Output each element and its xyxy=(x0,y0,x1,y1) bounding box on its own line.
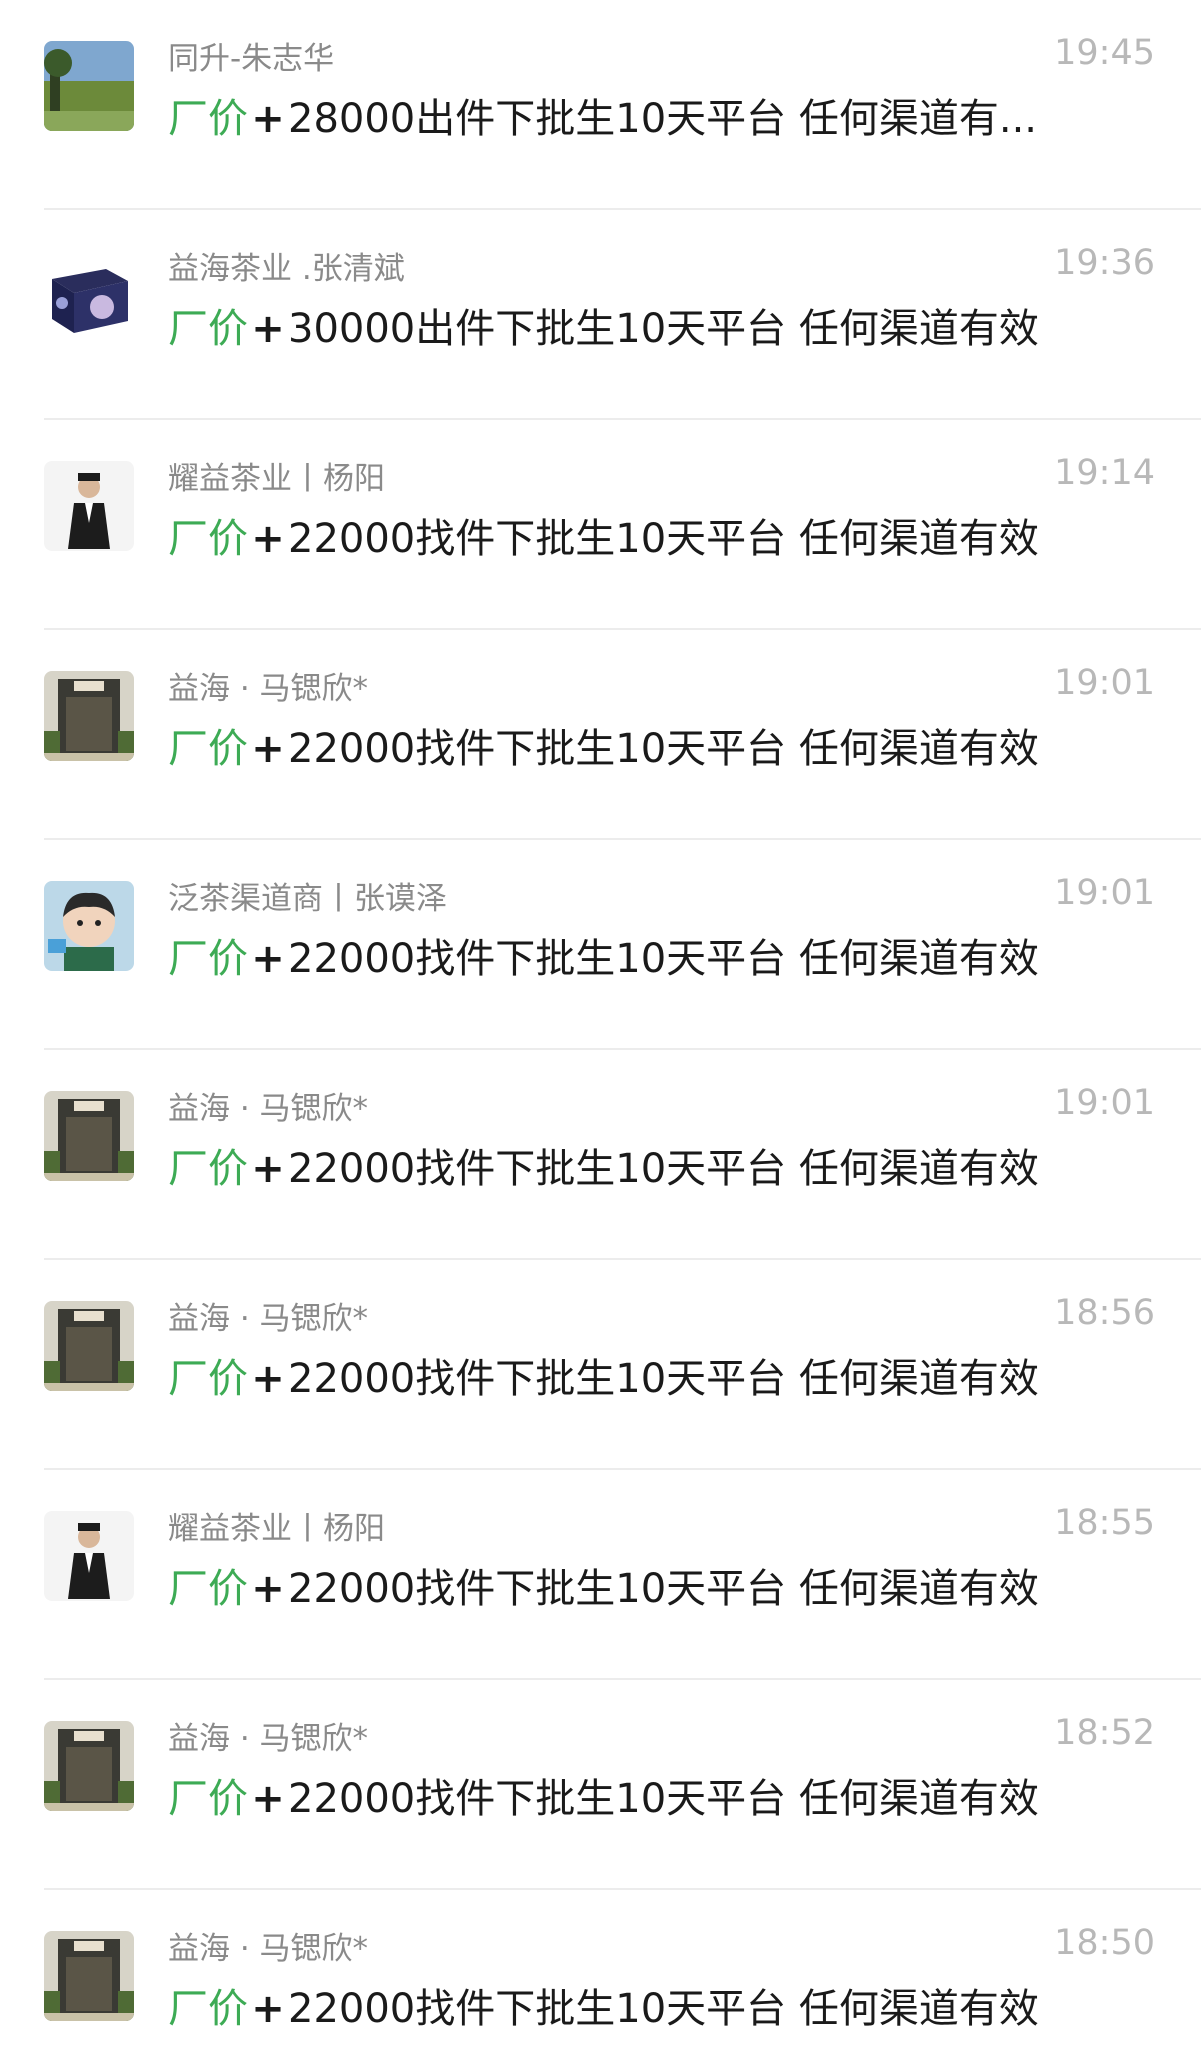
price-tag: 厂价 xyxy=(168,516,248,562)
tea-box-avatar[interactable] xyxy=(44,251,134,341)
contact-name: 益海 · 马锶欣* xyxy=(168,671,369,707)
plus-icon: + xyxy=(251,726,285,772)
message-text: 22000找件下批生10天平台 任何渠道有效 xyxy=(288,726,1039,772)
plus-icon: + xyxy=(251,1986,285,2032)
chat-list: 同升-朱志华 19:45 厂价+28000出件下批生10天平台 任何渠道有...… xyxy=(0,0,1201,2061)
contact-name: 耀益茶业丨杨阳 xyxy=(168,461,385,497)
plus-icon: + xyxy=(251,516,285,562)
message-time: 19:45 xyxy=(1054,33,1155,73)
message-time: 18:55 xyxy=(1054,1503,1155,1543)
message-text: 22000找件下批生10天平台 任何渠道有效 xyxy=(288,516,1039,562)
price-tag: 厂价 xyxy=(168,1566,248,1612)
price-tag: 厂价 xyxy=(168,1146,248,1192)
price-tag: 厂价 xyxy=(168,936,248,982)
message-text: 22000找件下批生10天平台 任何渠道有效 xyxy=(288,1146,1039,1192)
cartoon-boy-avatar[interactable] xyxy=(44,881,134,971)
price-tag: 厂价 xyxy=(168,1776,248,1822)
contact-name: 益海 · 马锶欣* xyxy=(168,1091,369,1127)
message-time: 19:36 xyxy=(1054,243,1155,283)
message-text: 22000找件下批生10天平台 任何渠道有效 xyxy=(288,1356,1039,1402)
chat-row[interactable]: 益海茶业 .张清斌 19:36 厂价+30000出件下批生10天平台 任何渠道有… xyxy=(0,210,1201,420)
message-time: 19:01 xyxy=(1054,873,1155,913)
landscape-avatar[interactable] xyxy=(44,41,134,131)
message-preview: 厂价+22000找件下批生10天平台 任何渠道有效 xyxy=(168,926,1148,984)
price-tag: 厂价 xyxy=(168,1356,248,1402)
message-time: 18:52 xyxy=(1054,1713,1155,1753)
message-text: 30000出件下批生10天平台 任何渠道有效 xyxy=(288,306,1039,352)
message-preview: 厂价+28000出件下批生10天平台 任何渠道有... xyxy=(168,86,1148,144)
chat-row[interactable]: 益海 · 马锶欣* 19:01 厂价+22000找件下批生10天平台 任何渠道有… xyxy=(0,1050,1201,1260)
message-text: 22000找件下批生10天平台 任何渠道有效 xyxy=(288,1986,1039,2032)
message-preview: 厂价+22000找件下批生10天平台 任何渠道有效 xyxy=(168,1136,1148,1194)
plus-icon: + xyxy=(251,306,285,352)
plus-icon: + xyxy=(251,1356,285,1402)
plus-icon: + xyxy=(251,936,285,982)
chat-row[interactable]: 益海 · 马锶欣* 19:01 厂价+22000找件下批生10天平台 任何渠道有… xyxy=(0,630,1201,840)
storefront-avatar[interactable] xyxy=(44,1091,134,1181)
message-preview: 厂价+22000找件下批生10天平台 任何渠道有效 xyxy=(168,1766,1148,1824)
plus-icon: + xyxy=(251,1566,285,1612)
message-preview: 厂价+22000找件下批生10天平台 任何渠道有效 xyxy=(168,1556,1148,1614)
message-time: 19:01 xyxy=(1054,663,1155,703)
storefront-avatar[interactable] xyxy=(44,671,134,761)
chat-row[interactable]: 益海 · 马锶欣* 18:56 厂价+22000找件下批生10天平台 任何渠道有… xyxy=(0,1260,1201,1470)
chat-row[interactable]: 泛茶渠道商丨张谟泽 19:01 厂价+22000找件下批生10天平台 任何渠道有… xyxy=(0,840,1201,1050)
storefront-avatar[interactable] xyxy=(44,1301,134,1391)
contact-name: 益海 · 马锶欣* xyxy=(168,1931,369,1967)
contact-name: 益海茶业 .张清斌 xyxy=(168,251,405,287)
chat-row[interactable]: 益海 · 马锶欣* 18:50 厂价+22000找件下批生10天平台 任何渠道有… xyxy=(0,1890,1201,2061)
contact-name: 泛茶渠道商丨张谟泽 xyxy=(168,881,447,917)
message-preview: 厂价+30000出件下批生10天平台 任何渠道有效 xyxy=(168,296,1148,354)
message-text: 22000找件下批生10天平台 任何渠道有效 xyxy=(288,1566,1039,1612)
chat-row[interactable]: 益海 · 马锶欣* 18:52 厂价+22000找件下批生10天平台 任何渠道有… xyxy=(0,1680,1201,1890)
man-suit-avatar[interactable] xyxy=(44,461,134,551)
message-time: 18:50 xyxy=(1054,1923,1155,1963)
chat-row[interactable]: 耀益茶业丨杨阳 19:14 厂价+22000找件下批生10天平台 任何渠道有效 xyxy=(0,420,1201,630)
contact-name: 耀益茶业丨杨阳 xyxy=(168,1511,385,1547)
message-time: 19:14 xyxy=(1054,453,1155,493)
message-preview: 厂价+22000找件下批生10天平台 任何渠道有效 xyxy=(168,716,1148,774)
man-suit-avatar[interactable] xyxy=(44,1511,134,1601)
price-tag: 厂价 xyxy=(168,96,248,142)
price-tag: 厂价 xyxy=(168,306,248,352)
message-preview: 厂价+22000找件下批生10天平台 任何渠道有效 xyxy=(168,1976,1148,2034)
contact-name: 益海 · 马锶欣* xyxy=(168,1721,369,1757)
message-preview: 厂价+22000找件下批生10天平台 任何渠道有效 xyxy=(168,506,1148,564)
message-text: 28000出件下批生10天平台 任何渠道有... xyxy=(288,96,1038,142)
plus-icon: + xyxy=(251,1146,285,1192)
storefront-avatar[interactable] xyxy=(44,1721,134,1811)
message-time: 18:56 xyxy=(1054,1293,1155,1333)
message-text: 22000找件下批生10天平台 任何渠道有效 xyxy=(288,1776,1039,1822)
price-tag: 厂价 xyxy=(168,1986,248,2032)
message-preview: 厂价+22000找件下批生10天平台 任何渠道有效 xyxy=(168,1346,1148,1404)
plus-icon: + xyxy=(251,96,285,142)
storefront-avatar[interactable] xyxy=(44,1931,134,2021)
chat-row[interactable]: 同升-朱志华 19:45 厂价+28000出件下批生10天平台 任何渠道有... xyxy=(0,0,1201,210)
contact-name: 益海 · 马锶欣* xyxy=(168,1301,369,1337)
price-tag: 厂价 xyxy=(168,726,248,772)
contact-name: 同升-朱志华 xyxy=(168,41,335,77)
message-text: 22000找件下批生10天平台 任何渠道有效 xyxy=(288,936,1039,982)
message-time: 19:01 xyxy=(1054,1083,1155,1123)
plus-icon: + xyxy=(251,1776,285,1822)
chat-row[interactable]: 耀益茶业丨杨阳 18:55 厂价+22000找件下批生10天平台 任何渠道有效 xyxy=(0,1470,1201,1680)
